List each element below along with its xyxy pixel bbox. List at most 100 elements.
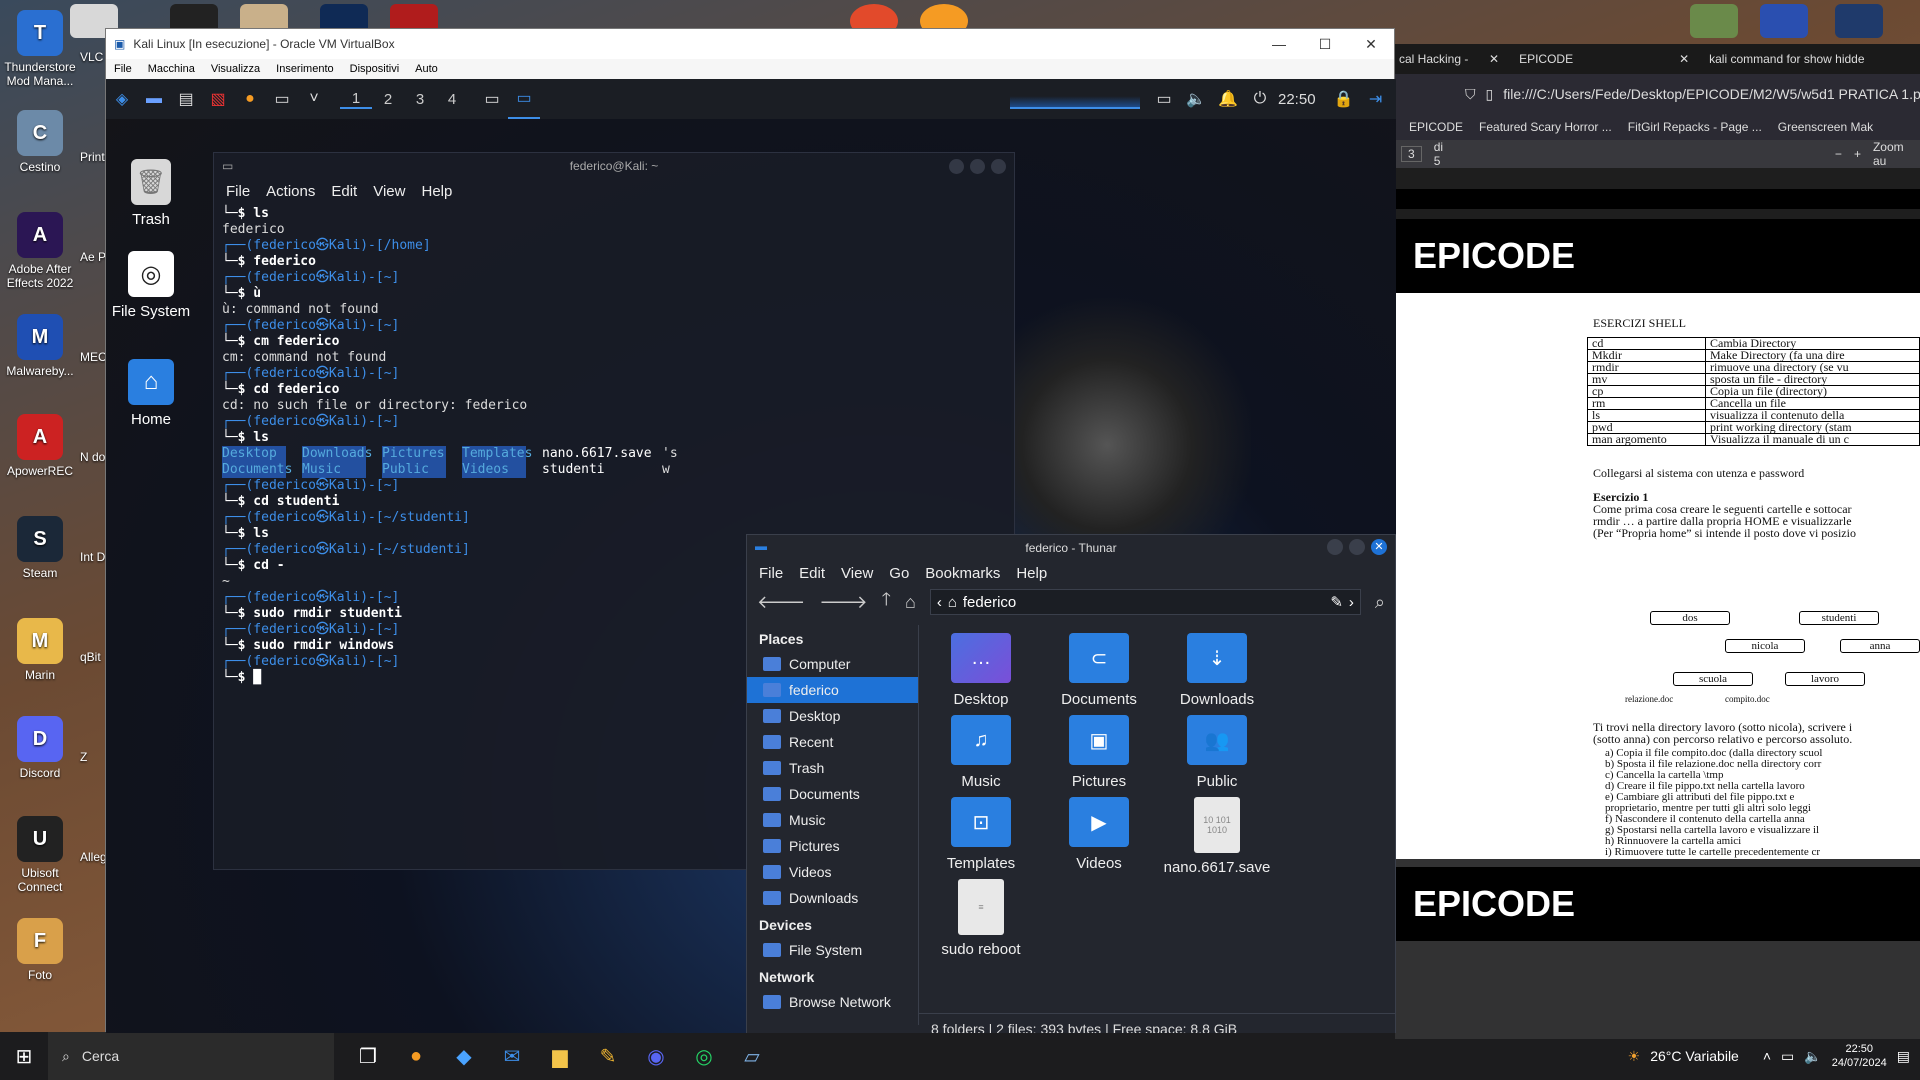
weather-icon[interactable]: ☀ [1628,1048,1641,1065]
file-item[interactable]: ♫ Music [921,715,1041,790]
desktop-shortcut[interactable]: U Ubisoft Connect [0,816,80,894]
tray-chevron-icon[interactable]: ˄ [1763,1048,1771,1064]
bookmark-item[interactable]: EPICODE [1409,120,1463,134]
terminal-menu-item[interactable]: File [226,183,250,200]
vbox-menu-item[interactable]: Macchina [148,63,195,75]
maximize-button[interactable]: ☐ [1302,36,1348,53]
address-bar[interactable]: ⛉ ▯ file:///C:/Users/Fede/Desktop/EPICOD… [1395,74,1920,114]
minimize-button[interactable]: — [1256,36,1302,53]
thunar-task-icon[interactable]: ▭ [508,79,540,119]
desktop-shortcut-label[interactable]: MEC [80,350,107,364]
minimize-button[interactable] [1327,539,1343,555]
close-button[interactable] [991,159,1006,174]
thunar-menu-item[interactable]: File [759,565,783,582]
file-item[interactable]: ▶ Videos [1039,797,1159,872]
lock-icon[interactable]: 🔒 [1328,79,1360,119]
zoom-select[interactable]: Zoom au [1873,140,1920,168]
weather-text[interactable]: 26°C Variabile [1650,1048,1739,1064]
file-manager-icon[interactable]: ▤ [170,79,202,119]
display-icon[interactable]: ▭ [1148,79,1180,119]
terminal-icon[interactable]: ▭ [266,79,298,119]
vbox-menu-item[interactable]: File [114,63,132,75]
browser-tab[interactable]: kali command for show hidde [1709,52,1864,66]
sidebar-item[interactable]: Recent [747,729,918,755]
workspace-3[interactable]: 3 [404,91,436,108]
file-item[interactable]: … Desktop [921,633,1041,708]
power-icon[interactable]: ⏻ [1244,79,1276,119]
discord-taskbar-icon[interactable]: ◉ [632,1032,680,1080]
file-item[interactable]: ⇣ Downloads [1157,633,1277,708]
firefox-icon[interactable]: ● [234,79,266,119]
maximize-button[interactable] [970,159,985,174]
close-icon[interactable]: ✕ [1679,52,1689,66]
notification-icon[interactable]: ▤ [1897,1048,1910,1065]
close-icon[interactable]: ✕ [1489,52,1499,66]
desktop-top-icon[interactable] [1760,4,1808,38]
taskbar-search[interactable]: ⌕ Cerca [48,1032,334,1080]
volume-icon[interactable]: 🔈 [1804,1048,1821,1065]
zoom-in-button[interactable]: + [1854,147,1861,161]
forward-icon[interactable]: 🡒 [819,592,867,613]
app-taskbar-icon[interactable]: ✎ [584,1032,632,1080]
file-item[interactable]: ▣ Pictures [1039,715,1159,790]
thunar-menu-item[interactable]: Help [1016,565,1047,582]
file-item[interactable]: ⊂ Documents [1039,633,1159,708]
up-icon[interactable]: 🡑 [882,587,891,617]
search-icon[interactable]: ⌕ [1375,592,1385,613]
thunar-menu-item[interactable]: View [841,565,873,582]
desktop-icon-home[interactable]: ⌂ Home [106,359,196,428]
desktop-shortcut-label[interactable]: VLC [80,50,103,64]
workspace-4[interactable]: 4 [436,91,468,108]
explorer-taskbar-icon[interactable]: ▆ [536,1032,584,1080]
vbox-menu-item[interactable]: Dispositivi [350,63,400,75]
desktop-shortcut-label[interactable]: Alleg [80,850,107,864]
terminal-menu-item[interactable]: View [373,183,405,200]
bell-icon[interactable]: 🔔 [1212,79,1244,119]
app-taskbar-icon[interactable]: ◆ [440,1032,488,1080]
sidebar-item[interactable]: Videos [747,859,918,885]
file-item[interactable]: 10 101 1010 nano.6617.save [1157,797,1277,876]
sidebar-item[interactable]: Trash [747,755,918,781]
browser-tab[interactable]: cal Hacking - N [1399,52,1469,66]
desktop-shortcut[interactable]: T Thunderstore Mod Mana... [0,10,80,88]
sidebar-item[interactable]: File System [747,937,918,963]
kali-menu-icon[interactable]: ◈ [106,79,138,119]
logout-icon[interactable]: ⇥ [1360,79,1392,119]
shield-icon[interactable]: ⛉ [1465,86,1476,103]
bookmark-item[interactable]: Greenscreen Mak [1778,120,1873,134]
close-button[interactable]: ✕ [1348,36,1394,53]
desktop-shortcut[interactable]: M Marin [0,618,80,682]
desktop-shortcut[interactable]: A Adobe After Effects 2022 [0,212,80,290]
desktop-shortcut-label[interactable]: Z [80,750,87,764]
virtualbox-taskbar-icon[interactable]: ▱ [728,1032,776,1080]
bookmark-item[interactable]: Featured Scary Horror ... [1479,120,1612,134]
clock[interactable]: 22:50 24/07/2024 [1832,1042,1887,1070]
file-item[interactable]: 👥 Public [1157,715,1277,790]
desktop-shortcut[interactable]: D Discord [0,716,80,780]
back-icon[interactable]: 🡐 [757,592,805,613]
terminal-menu-item[interactable]: Actions [266,183,315,200]
maximize-button[interactable] [1349,539,1365,555]
vbox-menu-item[interactable]: Visualizza [211,63,260,75]
chevron-left-icon[interactable]: ‹ [937,594,942,611]
workspace-1[interactable]: 1 [340,90,372,109]
desktop-shortcut[interactable]: C Cestino [0,110,80,174]
volume-icon[interactable]: 🔈 [1180,79,1212,119]
terminal-menu-item[interactable]: Help [421,183,452,200]
desktop-shortcut[interactable]: A ApowerREC [0,414,80,478]
home-icon[interactable]: ⌂ [905,592,916,613]
close-button[interactable]: ✕ [1371,539,1387,555]
sidebar-item[interactable]: Documents [747,781,918,807]
network-icon[interactable]: ▭ [1781,1048,1794,1065]
show-desktop-icon[interactable]: ▬ [138,79,170,119]
url-text[interactable]: file:///C:/Users/Fede/Desktop/EPICODE/M2… [1503,86,1920,102]
thunar-menu-item[interactable]: Go [889,565,909,582]
bookmark-item[interactable]: FitGirl Repacks - Page ... [1628,120,1762,134]
thunar-menu-item[interactable]: Edit [799,565,825,582]
panel-clock[interactable]: 22:50 [1278,91,1316,108]
task-view-icon[interactable]: ❐ [344,1032,392,1080]
desktop-shortcut-label[interactable]: Print [80,150,105,164]
sidebar-item[interactable]: Desktop [747,703,918,729]
desktop-top-icon[interactable] [1690,4,1738,38]
desktop-icon-trash[interactable]: 🗑 Trash [106,159,196,228]
